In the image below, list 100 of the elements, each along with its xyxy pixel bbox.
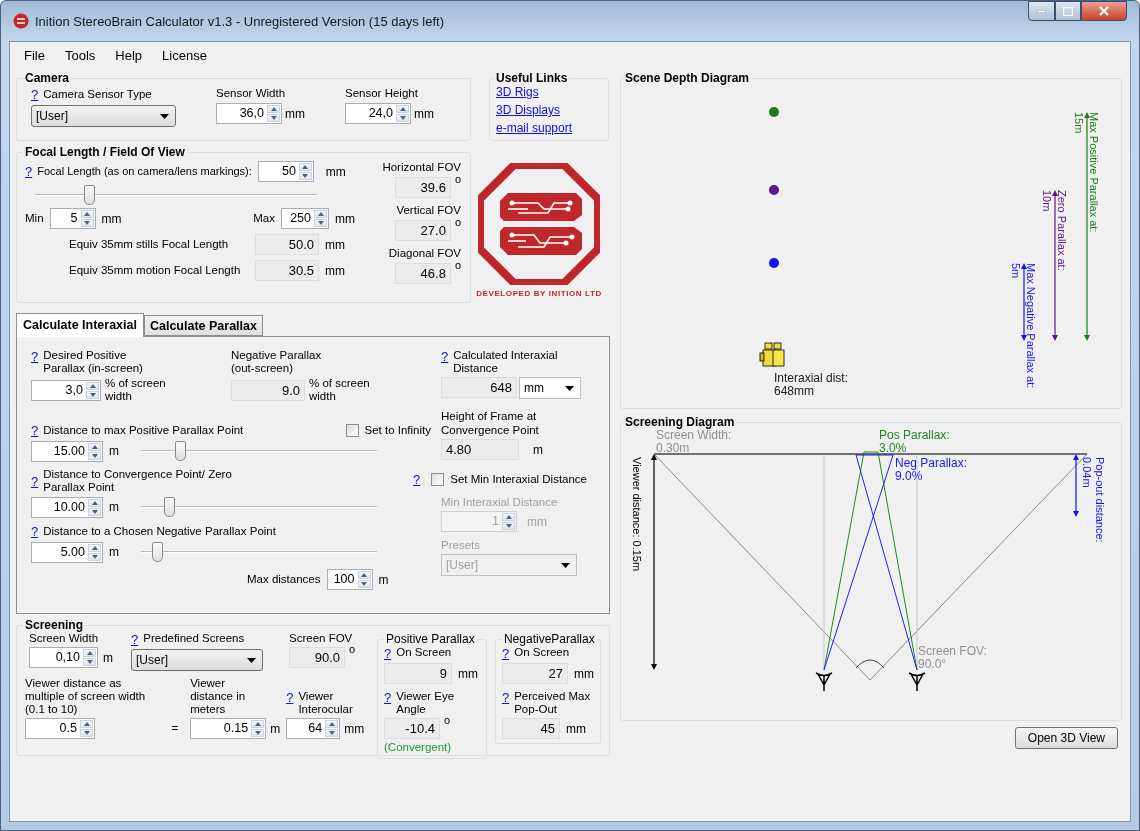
spin-field[interactable]: 100	[326, 569, 373, 590]
field-label: Distance to a Chosen Negative Parallax Point	[43, 525, 277, 538]
menu-item[interactable]: License	[154, 46, 215, 65]
help-link[interactable]: ?	[286, 690, 294, 705]
spin-field[interactable]: 36,0	[216, 103, 282, 124]
unit-label: mm	[325, 164, 346, 179]
slider-thumb[interactable]	[152, 542, 164, 562]
field-label: Viewer distance as multiple of screen width (0.1 to 10)	[25, 677, 147, 716]
unit-label: m	[103, 650, 113, 665]
eye-icon	[908, 672, 926, 692]
spin-buttons[interactable]	[82, 648, 97, 667]
spin-field[interactable]: 3,0	[31, 379, 101, 401]
readout-field: 9	[384, 663, 452, 684]
spin-field[interactable]: 64	[286, 718, 341, 739]
slider-thumb[interactable]	[83, 185, 95, 205]
spin-buttons[interactable]	[79, 209, 95, 228]
help-link[interactable]: ?	[413, 472, 421, 487]
help-link[interactable]: ?	[384, 646, 392, 661]
menu-item[interactable]: Tools	[56, 46, 104, 65]
spin-field[interactable]: 10.00	[31, 496, 103, 518]
help-link[interactable]: ?	[31, 87, 39, 102]
field-label: Horizontal FOV	[382, 161, 461, 174]
spin-buttons[interactable]	[356, 570, 372, 589]
spin-buttons[interactable]	[85, 380, 100, 400]
readout-field: 90.0	[289, 647, 345, 668]
unit-label: m	[270, 721, 281, 736]
minimize-button[interactable]	[1028, 1, 1055, 21]
fov-arc	[855, 659, 885, 669]
help-link[interactable]: ?	[31, 473, 39, 489]
spin-field[interactable]: 5	[49, 208, 96, 229]
field-label: Predefined Screens	[143, 632, 245, 645]
slider-thumb[interactable]	[163, 497, 175, 517]
help-link[interactable]: ?	[501, 646, 510, 661]
spin-buttons[interactable]	[87, 542, 102, 562]
checkbox[interactable]	[431, 473, 445, 486]
spin-buttons[interactable]	[313, 209, 328, 228]
neg-parallax-value: 9.0%	[895, 469, 923, 483]
spin-field[interactable]: 0.15	[190, 718, 267, 739]
logo-caption: DEVELOPED BY INITION LTD	[476, 289, 602, 298]
field-label: Screen Width	[29, 632, 100, 645]
spin-buttons[interactable]	[266, 104, 281, 123]
popout-value: 0.04m	[1081, 457, 1093, 488]
degree-sign: o	[454, 173, 461, 185]
help-link[interactable]: ?	[131, 632, 139, 647]
slider-thumb[interactable]	[174, 441, 186, 461]
help-link[interactable]: ?	[31, 349, 39, 364]
spin-buttons[interactable]	[324, 719, 340, 738]
help-link[interactable]: ?	[31, 423, 39, 438]
menu-item[interactable]: Help	[107, 46, 151, 65]
spin-buttons[interactable]	[79, 719, 94, 738]
degree-sign: o	[349, 643, 356, 655]
field-label: Camera Sensor Type	[43, 88, 152, 101]
spin-field[interactable]: 50	[257, 161, 314, 182]
spin-field[interactable]: 250	[281, 208, 329, 229]
dropdown[interactable]: [User]	[131, 649, 263, 671]
field-label: Viewer Interocular	[298, 690, 354, 716]
spin-buttons[interactable]	[501, 512, 516, 531]
degree-sign: o	[454, 216, 461, 228]
unit-label: mm	[458, 666, 478, 681]
dropdown[interactable]: [User]	[31, 105, 176, 127]
help-link[interactable]: ?	[25, 164, 33, 179]
open-3d-view-button[interactable]: Open 3D View	[1014, 727, 1118, 749]
spin-field[interactable]: 0,10	[29, 647, 98, 668]
close-button[interactable]	[1081, 1, 1127, 21]
spin-buttons[interactable]	[87, 441, 102, 461]
spin-buttons[interactable]	[297, 162, 313, 181]
spin-field[interactable]: 24,0	[345, 103, 411, 124]
link[interactable]: e-mail support	[496, 121, 602, 135]
unit-label: mm	[285, 106, 305, 121]
checkbox[interactable]	[345, 424, 359, 437]
unit-label: m	[378, 572, 389, 587]
help-link[interactable]: ?	[501, 690, 510, 705]
menu-item[interactable]: File	[16, 46, 53, 65]
field-label: Calculated Interaxial Distance	[453, 349, 559, 375]
spin-buttons[interactable]	[250, 719, 266, 738]
help-link[interactable]: ?	[441, 349, 449, 364]
group-title: Focal Length / Field Of View	[24, 145, 186, 159]
dropdown[interactable]: mm	[519, 377, 581, 399]
degree-sign: o	[454, 259, 461, 271]
unit-label: mm	[344, 721, 365, 736]
help-link[interactable]: ?	[31, 524, 39, 539]
link[interactable]: 3D Rigs	[496, 85, 602, 99]
field-label: Presets	[441, 539, 480, 551]
tab[interactable]: Calculate Interaxial	[16, 313, 144, 337]
unit-label: m	[533, 442, 543, 457]
field-label: Equiv 35mm stills Focal Length	[69, 238, 230, 251]
tab[interactable]: Calculate Parallax	[143, 315, 263, 336]
depth-label: Zero Parallax at:	[1056, 190, 1068, 271]
screen-width-value: 0.30m	[656, 441, 690, 455]
spin-field[interactable]: 0.5	[25, 718, 95, 739]
viewer-distance-label: Viewer distance: 0.15m	[631, 457, 643, 572]
maximize-button[interactable]	[1055, 1, 1081, 21]
spin-field[interactable]: 5.00	[31, 541, 103, 563]
spin-buttons[interactable]	[87, 497, 102, 517]
help-link[interactable]: ?	[384, 690, 392, 705]
unit-label: mm	[574, 666, 594, 681]
spin-buttons[interactable]	[395, 104, 410, 123]
spin-field[interactable]: 15.00	[31, 440, 103, 462]
link[interactable]: 3D Displays	[496, 103, 602, 117]
group-title: Screening	[24, 618, 85, 632]
